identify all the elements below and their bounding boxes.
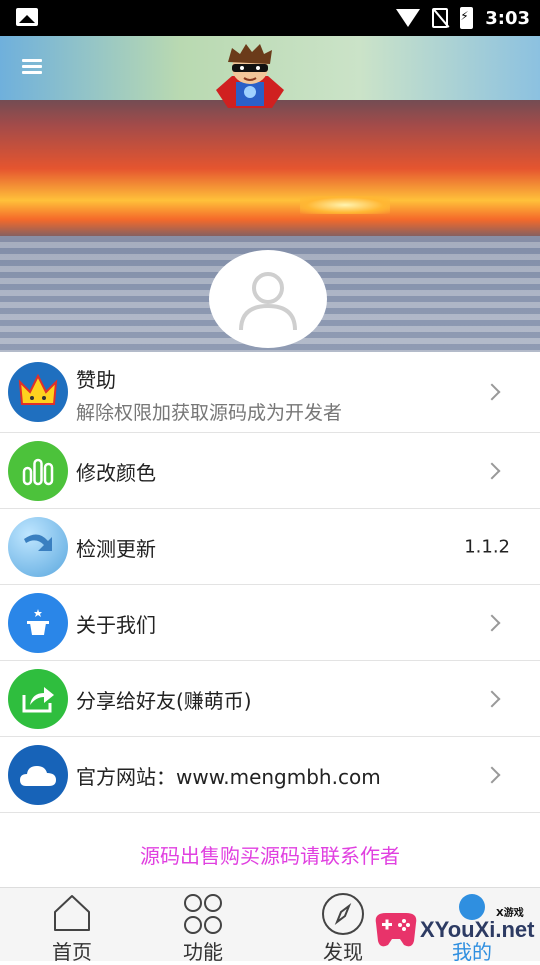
- list-item-title: 修改颜色: [76, 461, 156, 485]
- bar-chart-icon: [8, 440, 68, 501]
- list-item-title: 关于我们: [76, 613, 156, 637]
- watermark: XYouXi.net X游戏: [370, 895, 540, 960]
- tab-label: 功能: [183, 940, 223, 964]
- watermark-small-text: X游戏: [496, 908, 524, 919]
- list-item-about-us[interactable]: 关于我们: [0, 585, 540, 661]
- compass-icon: [322, 893, 364, 935]
- list-item-title: 官方网站：www.mengmbh.com: [76, 765, 381, 789]
- crown-icon: [8, 362, 68, 422]
- tab-home[interactable]: 首页: [17, 888, 127, 964]
- user-avatar-icon: [239, 272, 297, 331]
- list-item-check-update[interactable]: 检测更新 1.1.2: [0, 509, 540, 585]
- magic-hat-icon: [8, 592, 68, 653]
- share-icon: [8, 668, 68, 729]
- list-item-subtitle: 解除权限加获取源码成为开发者: [76, 402, 343, 424]
- chevron-right-icon: [483, 462, 501, 479]
- battery-charging-icon: [460, 7, 474, 29]
- chevron-right-icon: [483, 766, 501, 783]
- tab-label: 首页: [52, 940, 92, 964]
- grid-circles-icon: [184, 894, 222, 934]
- cloud-icon: [8, 744, 68, 805]
- list-item-title: 检测更新: [76, 537, 156, 561]
- settings-list: 赞助 解除权限加获取源码成为开发者 修改颜色 检测更新 1.1.2 关于我们 分…: [0, 352, 540, 813]
- status-bar: 3:03: [0, 0, 540, 36]
- chevron-right-icon: [483, 690, 501, 707]
- list-item-share[interactable]: 分享给好友(赚萌币): [0, 661, 540, 737]
- chevron-right-icon: [483, 614, 501, 631]
- wifi-icon: [396, 9, 421, 27]
- gamepad-logo-icon: [375, 913, 417, 947]
- list-item-title: 赞助: [76, 368, 116, 392]
- gallery-notification-icon: [16, 8, 38, 26]
- list-item-title: 分享给好友(赚萌币): [76, 689, 252, 713]
- sunset-glow: [300, 196, 390, 214]
- tab-features[interactable]: 功能: [148, 888, 258, 964]
- no-sim-icon: [432, 8, 449, 28]
- chevron-right-icon: [483, 383, 501, 401]
- menu-icon[interactable]: [22, 56, 46, 78]
- watermark-text: XYouXi.net: [420, 917, 535, 942]
- list-item-change-color[interactable]: 修改颜色: [0, 433, 540, 509]
- update-arrow-icon: [8, 516, 68, 577]
- profile-header: [0, 36, 540, 352]
- list-item-website[interactable]: 官方网站：www.mengmbh.com: [0, 737, 540, 813]
- superhero-mascot-icon: [216, 44, 284, 108]
- version-number: 1.1.2: [464, 536, 510, 557]
- source-code-notice[interactable]: 源码出售购买源码请联系作者: [0, 840, 540, 869]
- user-avatar[interactable]: [209, 250, 327, 348]
- status-time: 3:03: [485, 7, 530, 29]
- home-icon: [54, 895, 90, 931]
- list-item-sponsor[interactable]: 赞助 解除权限加获取源码成为开发者: [0, 352, 540, 433]
